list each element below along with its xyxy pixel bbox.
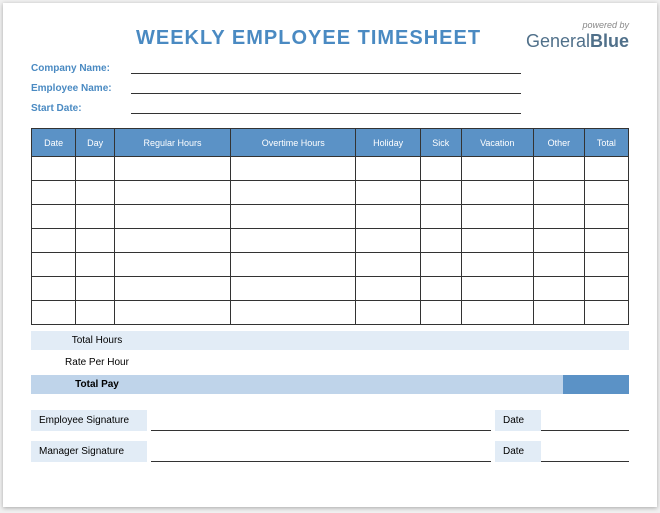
total-hours-cells (163, 331, 629, 350)
summary-block: Total Hours Rate Per Hour Total Pay (31, 331, 629, 394)
start-date-row: Start Date: (31, 102, 629, 114)
manager-signature-label: Manager Signature (31, 441, 147, 462)
employee-name-row: Employee Name: (31, 82, 629, 94)
total-pay-label: Total Pay (31, 375, 163, 394)
total-hours-row: Total Hours (31, 331, 629, 350)
col-regular-hours: Regular Hours (114, 129, 230, 157)
col-sick: Sick (420, 129, 461, 157)
table-row (32, 181, 629, 205)
start-date-input[interactable] (131, 102, 521, 114)
employee-signature-label: Employee Signature (31, 410, 147, 431)
employee-date-input[interactable] (541, 410, 629, 431)
employee-name-label: Employee Name: (31, 83, 131, 94)
table-row (32, 253, 629, 277)
manager-signature-row: Manager Signature Date (31, 441, 629, 462)
manager-date-label: Date (495, 441, 541, 462)
manager-signature-input[interactable] (151, 441, 491, 462)
brand-powered-by: powered by (526, 21, 629, 30)
company-name-input[interactable] (131, 62, 521, 74)
manager-date-input[interactable] (541, 441, 629, 462)
brand-general: General (526, 31, 590, 51)
total-pay-accent (563, 375, 629, 394)
total-pay-cells (163, 375, 629, 394)
rate-per-hour-row: Rate Per Hour (31, 353, 629, 372)
col-overtime-hours: Overtime Hours (231, 129, 356, 157)
brand-logo: powered by GeneralBlue (526, 21, 629, 50)
table-row (32, 205, 629, 229)
rate-per-hour-cells (163, 353, 629, 372)
rate-per-hour-label: Rate Per Hour (31, 353, 163, 372)
total-pay-row: Total Pay (31, 375, 629, 394)
brand-blue: Blue (590, 31, 629, 51)
col-total: Total (584, 129, 628, 157)
col-vacation: Vacation (461, 129, 534, 157)
table-row (32, 157, 629, 181)
company-name-label: Company Name: (31, 63, 131, 74)
table-row (32, 277, 629, 301)
brand-name: GeneralBlue (526, 32, 629, 50)
signature-block: Employee Signature Date Manager Signatur… (31, 410, 629, 462)
employee-name-input[interactable] (131, 82, 521, 94)
table-row (32, 301, 629, 325)
header: WEEKLY EMPLOYEE TIMESHEET powered by Gen… (31, 21, 629, 50)
start-date-label: Start Date: (31, 103, 131, 114)
timesheet-table: Date Day Regular Hours Overtime Hours Ho… (31, 128, 629, 325)
employee-signature-input[interactable] (151, 410, 491, 431)
col-day: Day (76, 129, 115, 157)
employee-signature-row: Employee Signature Date (31, 410, 629, 431)
table-body (32, 157, 629, 325)
employee-date-label: Date (495, 410, 541, 431)
table-header-row: Date Day Regular Hours Overtime Hours Ho… (32, 129, 629, 157)
col-holiday: Holiday (356, 129, 421, 157)
col-date: Date (32, 129, 76, 157)
page-title: WEEKLY EMPLOYEE TIMESHEET (136, 27, 481, 50)
timesheet-page: WEEKLY EMPLOYEE TIMESHEET powered by Gen… (3, 3, 657, 507)
col-other: Other (534, 129, 585, 157)
total-hours-label: Total Hours (31, 331, 163, 350)
table-row (32, 229, 629, 253)
company-name-row: Company Name: (31, 62, 629, 74)
